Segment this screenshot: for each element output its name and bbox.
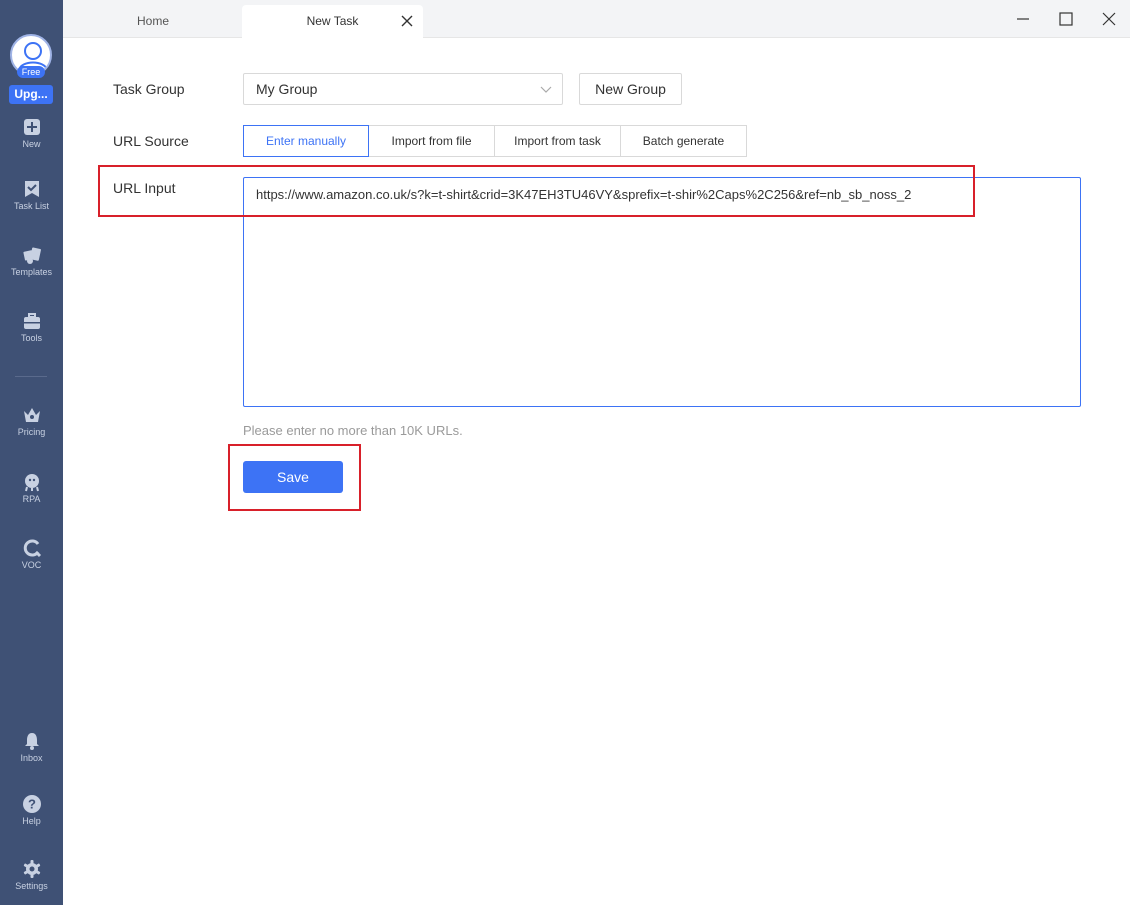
- highlight-save-button: [228, 444, 361, 511]
- templates-icon: [22, 247, 41, 264]
- plus-square-icon: [23, 119, 40, 135]
- source-option-batch-generate[interactable]: Batch generate: [620, 125, 747, 157]
- new-group-button[interactable]: New Group: [579, 73, 682, 105]
- sidebar-item-voc[interactable]: VOC: [0, 538, 63, 570]
- source-option-enter-manually[interactable]: Enter manually: [243, 125, 369, 157]
- help-icon: ?: [22, 795, 41, 813]
- toolbox-icon: [23, 313, 40, 329]
- url-source-label: URL Source: [113, 133, 189, 149]
- plan-badge: Free: [17, 66, 45, 78]
- tab-label: New Task: [306, 14, 359, 28]
- checklist-icon: [24, 181, 39, 197]
- maximize-icon[interactable]: [1058, 11, 1074, 27]
- tab-home[interactable]: Home: [83, 5, 223, 38]
- sidebar-item-label: Templates: [10, 267, 53, 277]
- url-limit-hint: Please enter no more than 10K URLs.: [243, 423, 463, 438]
- sidebar-item-label: Tools: [20, 333, 42, 343]
- sidebar-item-label: Settings: [15, 881, 48, 891]
- task-group-value: My Group: [256, 81, 318, 97]
- tab-bar: Home New Task: [63, 0, 1130, 38]
- bell-icon: [24, 733, 39, 750]
- minimize-icon[interactable]: [1015, 11, 1031, 27]
- tab-new-task[interactable]: New Task: [242, 5, 423, 38]
- sidebar-item-task-list[interactable]: Task List: [0, 179, 63, 211]
- voc-icon: [23, 539, 41, 558]
- task-group-label: Task Group: [113, 81, 185, 97]
- highlight-url-input: [98, 165, 975, 217]
- sidebar-item-label: Inbox: [20, 753, 43, 763]
- sidebar-item-label: RPA: [22, 494, 41, 504]
- sidebar-item-templates[interactable]: Templates: [0, 245, 63, 277]
- sidebar-item-settings[interactable]: Settings: [0, 859, 63, 891]
- sidebar-item-label: Help: [22, 816, 41, 826]
- upgrade-button[interactable]: Upg...: [9, 85, 53, 104]
- task-group-select[interactable]: My Group: [243, 73, 563, 105]
- close-tab-icon[interactable]: [401, 15, 413, 27]
- sidebar-divider: [15, 376, 47, 377]
- sidebar-item-label: New: [22, 139, 41, 149]
- sidebar-item-help[interactable]: ? Help: [0, 794, 63, 826]
- sidebar-item-pricing[interactable]: Pricing: [0, 405, 63, 437]
- close-window-icon[interactable]: [1101, 11, 1117, 27]
- rpa-robot-icon: [24, 474, 39, 492]
- source-option-import-file[interactable]: Import from file: [368, 125, 495, 157]
- svg-text:?: ?: [28, 797, 36, 812]
- sidebar-item-label: Pricing: [17, 427, 46, 437]
- sidebar-item-inbox[interactable]: Inbox: [0, 731, 63, 763]
- sidebar-item-new[interactable]: New: [0, 117, 63, 149]
- sidebar: Free Upg... New Task List Templates Tool: [0, 0, 63, 905]
- source-option-import-task[interactable]: Import from task: [494, 125, 621, 157]
- crown-icon: [23, 408, 40, 422]
- chevron-down-icon: [540, 86, 552, 93]
- sidebar-item-label: VOC: [21, 560, 42, 570]
- sidebar-item-rpa[interactable]: RPA: [0, 472, 63, 504]
- gear-icon: [23, 860, 40, 878]
- sidebar-item-tools[interactable]: Tools: [0, 311, 63, 343]
- sidebar-item-label: Task List: [13, 201, 49, 211]
